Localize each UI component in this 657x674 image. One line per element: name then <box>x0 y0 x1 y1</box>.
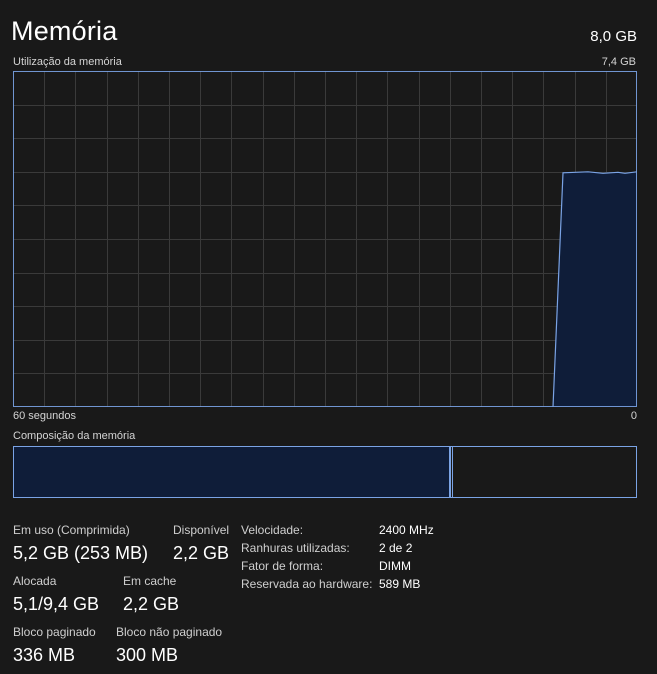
usage-graph-label: Utilização da memória <box>13 56 122 68</box>
slots-label: Ranhuras utilizadas: <box>241 541 350 555</box>
speed-value: 2400 MHz <box>379 523 434 537</box>
committed-label: Alocada <box>13 574 57 588</box>
reserved-value: 589 MB <box>379 577 421 591</box>
nonpaged-pool-label: Bloco não paginado <box>116 625 223 639</box>
committed-value: 5,1/9,4 GB <box>13 594 100 614</box>
memory-composition-svg <box>13 446 637 498</box>
total-memory-value: 8,0 GB <box>590 28 637 45</box>
nonpaged-pool-value: 300 MB <box>116 645 179 665</box>
composition-label: Composição da memória <box>13 430 136 442</box>
composition-in-use-segment <box>13 446 450 498</box>
in-use-value: 5,2 GB (253 MB) <box>13 543 149 563</box>
usage-graph-max-label: 7,4 GB <box>601 56 636 68</box>
graph-time-right-label: 0 <box>630 410 637 422</box>
slots-value: 2 de 2 <box>379 541 413 555</box>
composition-modified-segment <box>450 446 453 498</box>
page-title: Memória <box>11 16 118 46</box>
memory-composition-bar <box>13 446 637 498</box>
memory-usage-graph <box>13 71 637 407</box>
graph-time-left-label: 60 segundos <box>13 410 76 422</box>
available-value: 2,2 GB <box>173 543 230 563</box>
reserved-label: Reservada ao hardware: <box>241 577 373 591</box>
memory-usage-area <box>553 171 637 407</box>
paged-pool-value: 336 MB <box>13 645 76 665</box>
paged-pool-label: Bloco paginado <box>13 625 96 639</box>
speed-label: Velocidade: <box>241 523 304 537</box>
form-factor-value: DIMM <box>379 559 411 573</box>
in-use-label: Em uso (Comprimida) <box>13 523 130 537</box>
memory-usage-graph-svg <box>13 71 637 407</box>
cached-label: Em cache <box>123 574 177 588</box>
cached-value: 2,2 GB <box>123 594 180 614</box>
form-factor-label: Fator de forma: <box>241 559 324 573</box>
available-label: Disponível <box>173 523 230 537</box>
